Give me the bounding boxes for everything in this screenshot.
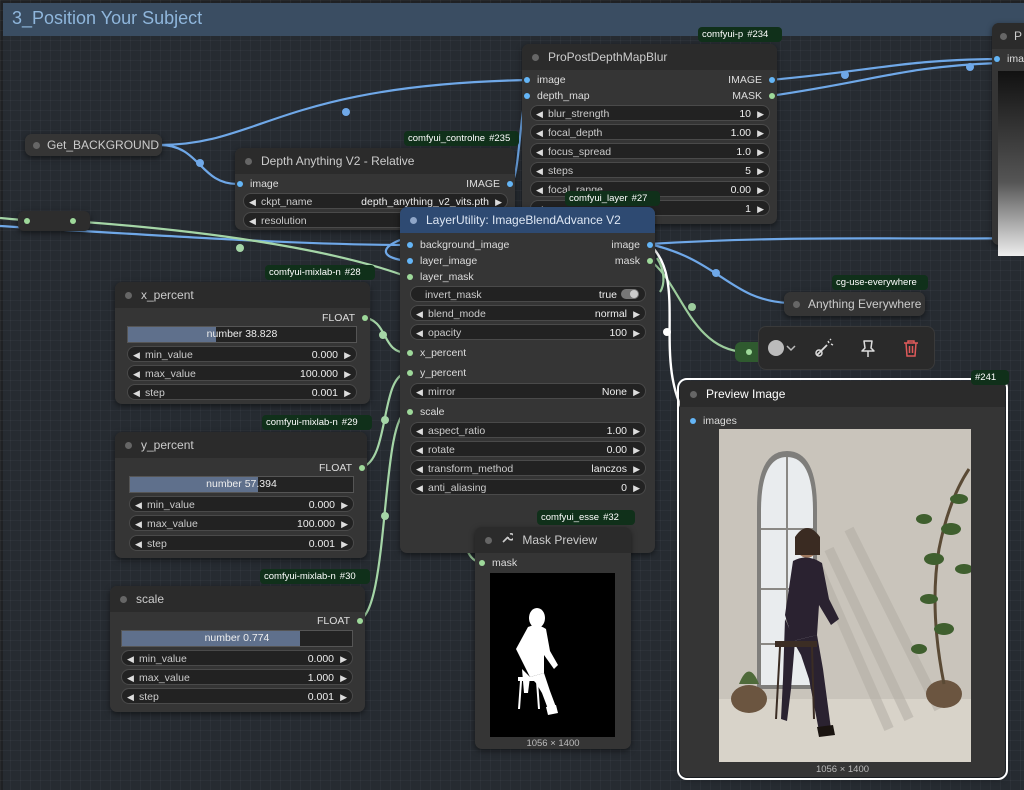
aspect-ratio-widget[interactable]: ◀ aspect_ratio 1.00 ▶ — [410, 422, 646, 438]
input-y-percent[interactable]: y_percent — [405, 365, 466, 381]
min-value-widget[interactable]: ◀ min_value 0.000 ▶ — [127, 346, 357, 362]
output-mask[interactable]: MASK — [732, 88, 777, 104]
chevron-down-icon[interactable] — [785, 337, 797, 359]
node-title: Get_BACKGROUND — [47, 138, 160, 152]
mask-preview-image — [490, 573, 615, 737]
blur-strength-widget[interactable]: ◀ blur_strength 10 ▶ — [530, 105, 770, 121]
preview-badge: #241 — [971, 370, 1009, 385]
mask-preview-node[interactable]: Mask Preview mask 1056 × 1400 — [475, 527, 631, 749]
node-title: LayerUtility: ImageBlendAdvance V2 — [426, 213, 621, 227]
input-x-percent[interactable]: x_percent — [405, 345, 466, 361]
image-blend-advance-node[interactable]: LayerUtility: ImageBlendAdvance V2 backg… — [400, 207, 655, 553]
focus-spread-widget[interactable]: ◀ focus_spread 1.0 ▶ — [530, 143, 770, 159]
preview-output-image — [719, 429, 971, 762]
blend-mode-combo[interactable]: ◀ blend_mode normal ▶ — [410, 305, 646, 321]
number-slider[interactable]: number 0.774 — [121, 630, 353, 647]
collapse-dot-icon[interactable] — [33, 142, 40, 149]
output-float[interactable]: FLOAT — [317, 613, 365, 629]
reroute-node[interactable] — [18, 211, 90, 231]
input-scale[interactable]: scale — [405, 404, 445, 420]
group-title: 3_Position Your Subject — [12, 8, 203, 28]
rotate-widget[interactable]: ◀ rotate 0.00 ▶ — [410, 441, 646, 457]
collapse-dot-icon[interactable] — [245, 158, 252, 165]
collapse-dot-icon[interactable] — [410, 217, 417, 224]
focal-depth-widget[interactable]: ◀ focal_depth 1.00 ▶ — [530, 124, 770, 140]
blend-badge: comfyui_layer #27 — [565, 191, 660, 206]
mask-preview-badge: comfyui_esse #32 — [537, 510, 635, 525]
image-size-label: 1056 × 1400 — [526, 738, 580, 749]
min-value-widget[interactable]: ◀ min_value 0.000 ▶ — [121, 650, 353, 666]
node-title: ProPostDepthMapBlur — [548, 50, 668, 64]
selection-toolbar — [758, 326, 935, 370]
scale-node[interactable]: scale FLOAT number 0.774 ◀ min_value 0.000… — [110, 586, 365, 712]
preview-image-node[interactable]: Preview Image images 1056 × 1400 — [677, 378, 1008, 780]
input-layer-image[interactable]: layer_image — [405, 253, 477, 269]
min-value-widget[interactable]: ◀ min_value 0.000 ▶ — [129, 496, 354, 512]
pin-icon[interactable] — [857, 337, 879, 359]
output-float[interactable]: FLOAT — [319, 460, 367, 476]
input-depth-map[interactable]: depth_map — [522, 88, 590, 104]
anti-aliasing-widget[interactable]: ◀ anti_aliasing 0 ▶ — [410, 479, 646, 495]
output-float[interactable]: FLOAT — [322, 310, 370, 326]
depth-preview-image — [998, 71, 1024, 256]
input-images[interactable]: images — [688, 413, 737, 429]
input-image[interactable]: image — [235, 176, 279, 192]
trash-icon[interactable] — [900, 337, 922, 359]
input-layer-mask[interactable]: layer_mask — [405, 269, 474, 285]
invert-mask-toggle[interactable]: invert_mask true — [410, 286, 646, 302]
depth-anything-badge: comfyui_controlne #235 — [404, 131, 519, 146]
node-graph-canvas[interactable]: 3_Position Your Subject Get_BACKGROUND D… — [0, 0, 1024, 790]
image-size-label: 1056 × 1400 — [815, 764, 870, 775]
transform-method-combo[interactable]: ◀ transform_method lanczos ▶ — [410, 460, 646, 476]
output-mask[interactable]: mask — [615, 253, 655, 269]
input-image[interactable]: image — [522, 72, 566, 88]
preview-node-partial[interactable]: P ima — [992, 23, 1024, 256]
anything-everywhere-node[interactable]: Anything Everywhere — [784, 292, 925, 316]
output-image[interactable]: image — [611, 237, 655, 253]
input-background-image[interactable]: background_image — [405, 237, 509, 253]
input-mask[interactable]: mask — [477, 555, 517, 571]
step-widget[interactable]: ◀ step 0.001 ▶ — [129, 535, 354, 551]
y-percent-badge: comfyui-mixlab-n #29 — [262, 415, 372, 430]
bypass-wand-icon[interactable] — [813, 337, 835, 359]
toggle-switch-icon — [621, 289, 639, 299]
collapse-dot-icon[interactable] — [532, 54, 539, 61]
output-image[interactable]: IMAGE — [728, 72, 777, 88]
y-percent-node[interactable]: y_percent FLOAT number 57.394 ◀ min_value… — [115, 432, 367, 558]
number-slider[interactable]: number 57.394 — [129, 476, 354, 493]
step-widget[interactable]: ◀ step 0.001 ▶ — [121, 688, 353, 704]
x-percent-node[interactable]: x_percent FLOAT number 38.828 ◀ min_value… — [115, 282, 370, 404]
mirror-combo[interactable]: ◀ mirror None ▶ — [410, 383, 646, 399]
max-value-widget[interactable]: ◀ max_value 1.000 ▶ — [121, 669, 353, 685]
input-images[interactable]: ima — [992, 51, 1024, 67]
node-title: Depth Anything V2 - Relative — [261, 154, 415, 168]
propost-badge: comfyui-p #234 — [698, 27, 782, 42]
reroute-in-dot[interactable] — [24, 218, 30, 224]
output-image[interactable]: IMAGE — [466, 176, 515, 192]
max-value-widget[interactable]: ◀ max_value 100.000 ▶ — [129, 515, 354, 531]
reroute-out-dot[interactable] — [70, 218, 76, 224]
anything-badge: cg-use-everywhere — [832, 275, 928, 290]
get-background-node[interactable]: Get_BACKGROUND — [25, 134, 162, 156]
color-circle-icon[interactable] — [765, 337, 787, 359]
arrow-left-icon: ◀ — [249, 197, 256, 207]
number-slider[interactable]: number 38.828 — [127, 326, 357, 343]
scale-badge: comfyui-mixlab-n #30 — [260, 569, 370, 584]
max-value-widget[interactable]: ◀ max_value 100.000 ▶ — [127, 365, 357, 381]
steps-widget[interactable]: ◀ steps 5 ▶ — [530, 162, 770, 178]
arrow-left-icon: ◀ — [249, 216, 256, 226]
wrench-icon — [501, 527, 515, 553]
x-percent-badge: comfyui-mixlab-n #28 — [265, 265, 375, 280]
opacity-widget[interactable]: ◀ opacity 100 ▶ — [410, 324, 646, 340]
step-widget[interactable]: ◀ step 0.001 ▶ — [127, 384, 357, 400]
